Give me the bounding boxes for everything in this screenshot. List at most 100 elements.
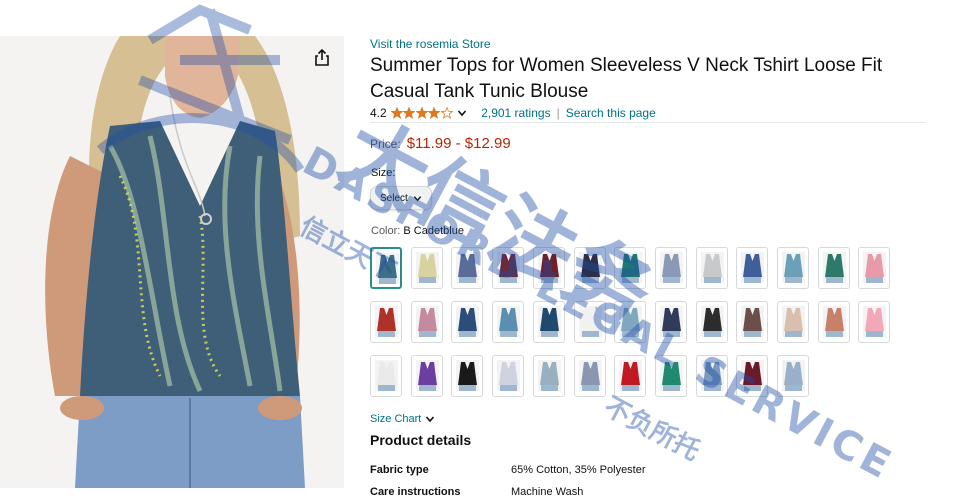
color-swatch[interactable] bbox=[858, 247, 890, 289]
product-image-panel[interactable] bbox=[0, 36, 344, 488]
chevron-down-icon bbox=[413, 195, 421, 201]
tank-top-thumbnail bbox=[579, 360, 602, 391]
size-label: Size: bbox=[371, 167, 396, 179]
color-swatch[interactable] bbox=[736, 355, 768, 397]
tank-top-thumbnail bbox=[741, 306, 764, 337]
color-row: Color: B Cadetblue bbox=[371, 225, 464, 237]
size-chart-link[interactable]: Size Chart bbox=[370, 413, 435, 425]
tank-top-thumbnail bbox=[660, 360, 683, 391]
search-page-link[interactable]: Search this page bbox=[566, 106, 656, 120]
color-swatch[interactable] bbox=[370, 355, 402, 397]
color-swatch[interactable] bbox=[370, 301, 402, 343]
chevron-down-icon[interactable] bbox=[457, 108, 467, 118]
detail-row: Care instructions Machine Wash bbox=[370, 486, 583, 496]
divider bbox=[370, 122, 925, 123]
tank-top-thumbnail bbox=[701, 306, 724, 337]
color-swatch[interactable] bbox=[818, 247, 850, 289]
tank-top-thumbnail bbox=[497, 252, 520, 283]
tank-top-thumbnail bbox=[823, 306, 846, 337]
tank-top-thumbnail bbox=[619, 360, 642, 391]
color-swatch[interactable] bbox=[696, 355, 728, 397]
rating-row: 4.2 2,901 ratings | Search this page bbox=[370, 105, 656, 121]
color-swatch[interactable] bbox=[696, 301, 728, 343]
tank-top-thumbnail bbox=[456, 360, 479, 391]
rating-stars[interactable] bbox=[390, 107, 454, 119]
color-swatch[interactable] bbox=[655, 301, 687, 343]
tank-top-thumbnail bbox=[538, 252, 561, 283]
share-icon[interactable] bbox=[312, 48, 332, 68]
color-swatch[interactable] bbox=[533, 355, 565, 397]
color-swatch[interactable] bbox=[655, 247, 687, 289]
tank-top-thumbnail bbox=[701, 360, 724, 391]
tank-top-thumbnail bbox=[579, 252, 602, 283]
price-row: Price: $11.99 - $12.99 bbox=[370, 135, 511, 152]
store-link[interactable]: Visit the rosemia Store bbox=[370, 37, 491, 51]
color-swatch[interactable] bbox=[533, 301, 565, 343]
product-title: Summer Tops for Women Sleeveless V Neck … bbox=[370, 55, 883, 102]
tank-top-thumbnail bbox=[376, 253, 399, 284]
star-icon bbox=[390, 107, 403, 119]
price-label: Price: bbox=[370, 137, 401, 151]
color-swatch[interactable] bbox=[492, 301, 524, 343]
star-icon bbox=[440, 107, 453, 119]
color-swatch[interactable] bbox=[736, 301, 768, 343]
tank-top-thumbnail bbox=[416, 306, 439, 337]
color-swatch[interactable] bbox=[696, 247, 728, 289]
tank-top-thumbnail bbox=[416, 360, 439, 391]
tank-top-thumbnail bbox=[701, 252, 724, 283]
detail-key: Care instructions bbox=[370, 486, 461, 496]
color-swatch[interactable] bbox=[777, 355, 809, 397]
color-swatch[interactable] bbox=[858, 301, 890, 343]
color-swatch[interactable] bbox=[451, 355, 483, 397]
tank-top-thumbnail bbox=[416, 252, 439, 283]
tank-top-thumbnail bbox=[375, 360, 398, 391]
color-swatch[interactable] bbox=[370, 247, 402, 289]
tank-top-thumbnail bbox=[497, 360, 520, 391]
tank-top-thumbnail bbox=[782, 306, 805, 337]
color-swatch[interactable] bbox=[614, 247, 646, 289]
tank-top-thumbnail bbox=[660, 306, 683, 337]
tank-top-thumbnail bbox=[782, 360, 805, 391]
separator: | bbox=[556, 106, 560, 120]
color-swatch[interactable] bbox=[614, 301, 646, 343]
color-swatch[interactable] bbox=[451, 247, 483, 289]
star-icon bbox=[403, 107, 416, 119]
ratings-count-link[interactable]: 2,901 ratings bbox=[481, 106, 550, 120]
color-swatch[interactable] bbox=[777, 301, 809, 343]
color-swatch[interactable] bbox=[818, 301, 850, 343]
color-swatch[interactable] bbox=[614, 355, 646, 397]
color-swatch[interactable] bbox=[492, 247, 524, 289]
size-select-dropdown[interactable]: Select bbox=[370, 186, 432, 210]
product-photo bbox=[0, 36, 344, 488]
detail-key: Fabric type bbox=[370, 464, 429, 476]
color-swatch[interactable] bbox=[451, 301, 483, 343]
color-swatch[interactable] bbox=[411, 247, 443, 289]
color-swatch[interactable] bbox=[411, 301, 443, 343]
tank-top-thumbnail bbox=[741, 252, 764, 283]
color-swatch[interactable] bbox=[574, 301, 606, 343]
size-select-value: Select bbox=[380, 192, 408, 204]
size-chart-label: Size Chart bbox=[370, 413, 422, 425]
rating-value: 4.2 bbox=[370, 106, 387, 120]
detail-value: 65% Cotton, 35% Polyester bbox=[511, 464, 646, 476]
color-swatch[interactable] bbox=[574, 355, 606, 397]
tank-top-thumbnail bbox=[619, 252, 642, 283]
tank-top-thumbnail bbox=[456, 306, 479, 337]
color-swatch[interactable] bbox=[533, 247, 565, 289]
tank-top-thumbnail bbox=[823, 252, 846, 283]
product-details-title: Product details bbox=[370, 432, 472, 448]
color-swatch[interactable] bbox=[736, 247, 768, 289]
color-swatch[interactable] bbox=[574, 247, 606, 289]
detail-row: Fabric type 65% Cotton, 35% Polyester bbox=[370, 464, 646, 476]
tank-top-thumbnail bbox=[863, 252, 886, 283]
color-swatch[interactable] bbox=[411, 355, 443, 397]
color-swatch[interactable] bbox=[492, 355, 524, 397]
price-range: $11.99 - $12.99 bbox=[406, 135, 511, 152]
color-swatch[interactable] bbox=[655, 355, 687, 397]
star-icon bbox=[428, 107, 441, 119]
chevron-down-icon bbox=[426, 416, 435, 423]
color-swatch[interactable] bbox=[777, 247, 809, 289]
tank-top-thumbnail bbox=[497, 306, 520, 337]
watermark-cn-tail: 不负所托 bbox=[599, 392, 705, 467]
color-value: B Cadetblue bbox=[403, 225, 464, 237]
